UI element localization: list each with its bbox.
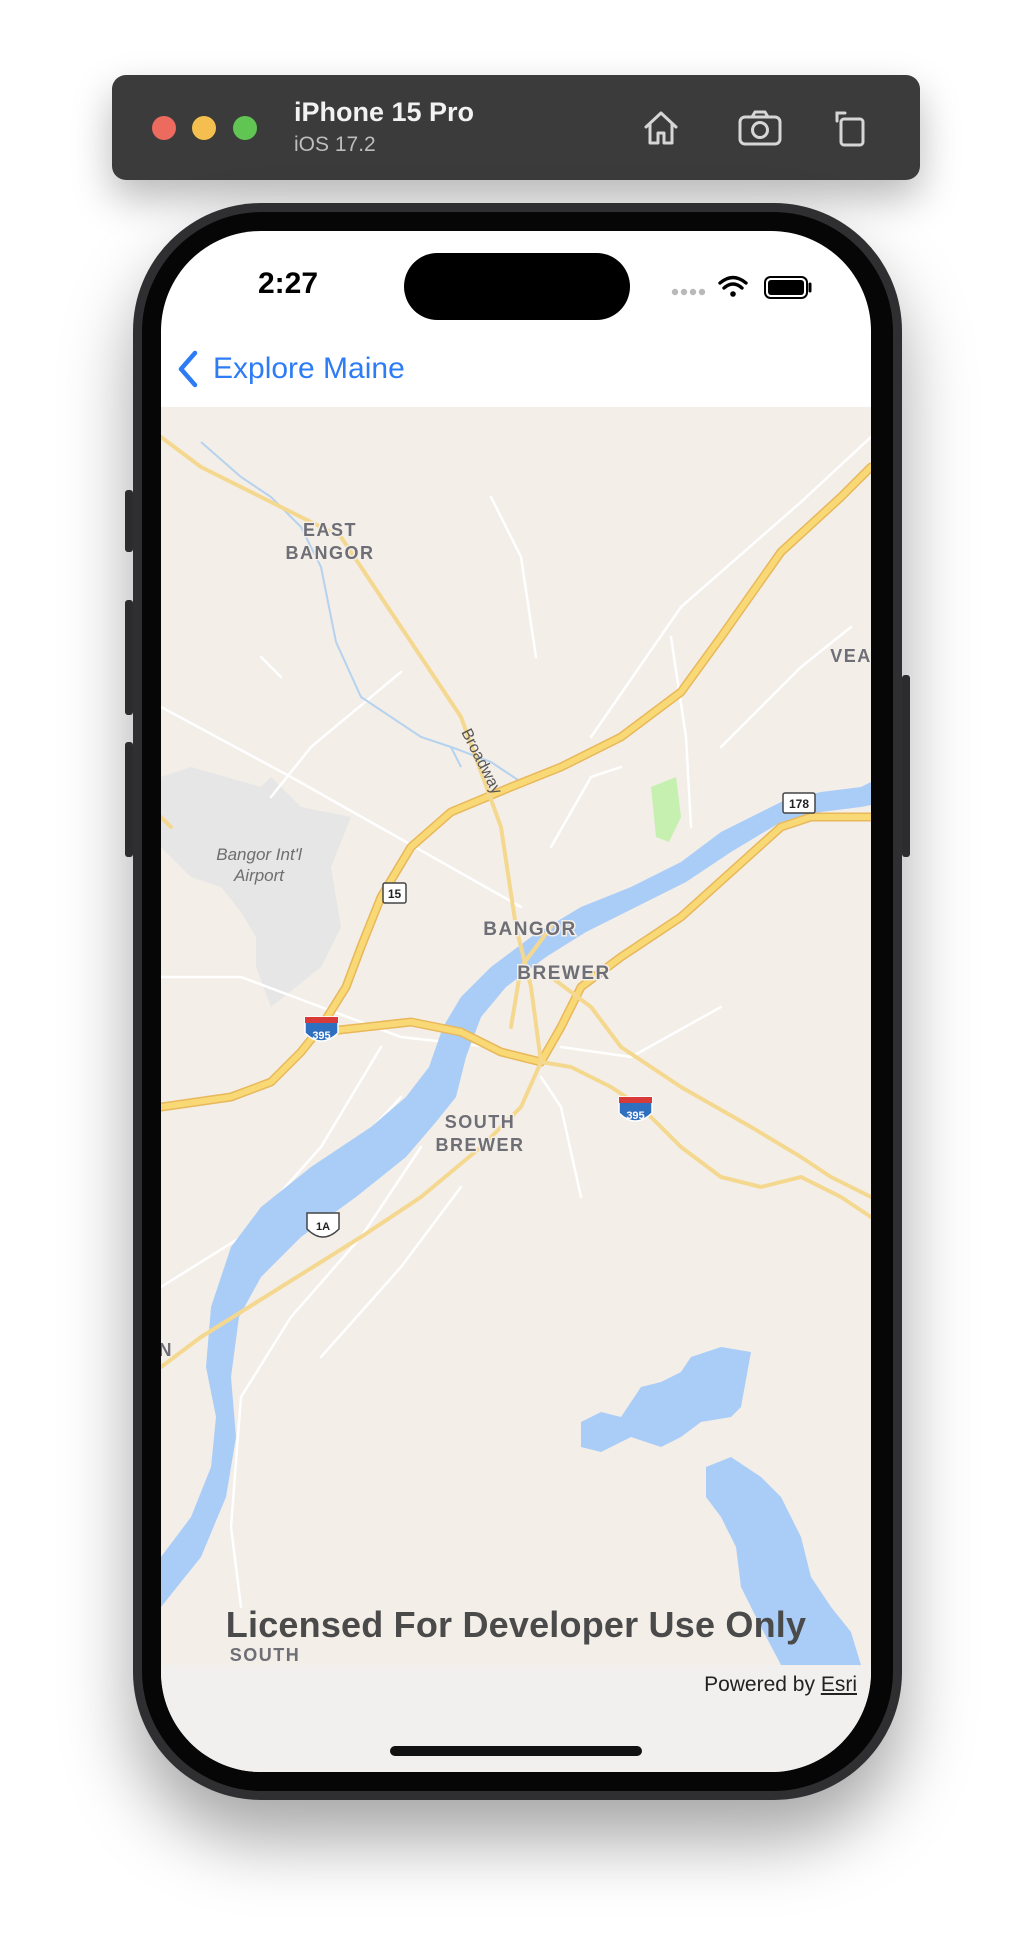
- map-label-east-bangor-2: BANGOR: [286, 543, 375, 563]
- map-view[interactable]: 15 178 395 395 1A EAST BANGOR VEA BANGOR…: [161, 407, 871, 1665]
- back-button[interactable]: Explore Maine: [175, 344, 405, 394]
- action-button: [125, 490, 133, 552]
- map-label-broadway: Broadway: [457, 726, 504, 797]
- device-name: iPhone 15 Pro: [294, 97, 475, 127]
- airport-area: [161, 767, 351, 1007]
- map-label-airport-2: Airport: [233, 866, 285, 885]
- interstate-395-shield-b: 395: [618, 1096, 653, 1122]
- route-15-label: 15: [388, 887, 402, 901]
- wifi-icon: [718, 275, 748, 297]
- os-version: iOS 17.2: [294, 133, 376, 156]
- map-label-n-edge: N: [161, 1340, 172, 1360]
- route-178-label: 178: [789, 797, 809, 811]
- zoom-window-button[interactable]: [233, 116, 257, 140]
- map-label-south-brewer-1: SOUTH: [445, 1112, 516, 1132]
- back-button-label: Explore Maine: [213, 352, 405, 385]
- interstate-395-label-b: 395: [626, 1110, 644, 1122]
- status-icons: [669, 271, 839, 301]
- attribution-prefix: Powered by: [704, 1673, 815, 1696]
- map-label-bangor: BANGOR: [483, 919, 576, 940]
- lake-east: [581, 1347, 751, 1452]
- park-area: [651, 777, 681, 842]
- volume-down-button: [125, 742, 133, 857]
- status-time: 2:27: [258, 267, 319, 300]
- route-15-shield: 15: [382, 882, 407, 904]
- map-label-south-brewer-2: BREWER: [436, 1135, 525, 1155]
- map-label-vea: VEA: [830, 646, 871, 666]
- volume-up-button: [125, 600, 133, 715]
- license-watermark: Licensed For Developer Use Only: [225, 1604, 807, 1645]
- us-1a-label: 1A: [316, 1221, 330, 1233]
- close-window-button[interactable]: [152, 116, 176, 140]
- route-178-shield: 178: [782, 792, 816, 814]
- battery-icon: [764, 276, 812, 299]
- map-label-brewer: BREWER: [517, 963, 610, 984]
- chevron-left-icon: [178, 350, 198, 388]
- rotate-icon[interactable]: [827, 103, 877, 153]
- esri-link[interactable]: Esri: [821, 1673, 857, 1696]
- home-icon[interactable]: [636, 103, 686, 153]
- attribution-text: Powered by Esri: [704, 1673, 857, 1697]
- home-indicator[interactable]: [390, 1746, 642, 1756]
- map-label-east-bangor-1: EAST: [303, 520, 357, 540]
- minimize-window-button[interactable]: [192, 116, 216, 140]
- dynamic-island: [404, 253, 630, 320]
- screenshot-camera-icon[interactable]: [735, 103, 785, 153]
- interstate-395-label-a: 395: [312, 1030, 330, 1042]
- simulator-toolbar: iPhone 15 Pro iOS 17.2: [112, 75, 920, 180]
- phone-screen: 2:27 Explore Maine 15 178 395 395 1A EAS…: [161, 231, 871, 1772]
- us-1a-shield: 1A: [306, 1212, 340, 1238]
- cellular-icon: [671, 288, 706, 296]
- map-label-south-bottom: SOUTH: [230, 1645, 301, 1665]
- power-button: [902, 675, 910, 857]
- map-label-airport-1: Bangor Int'l: [216, 845, 303, 864]
